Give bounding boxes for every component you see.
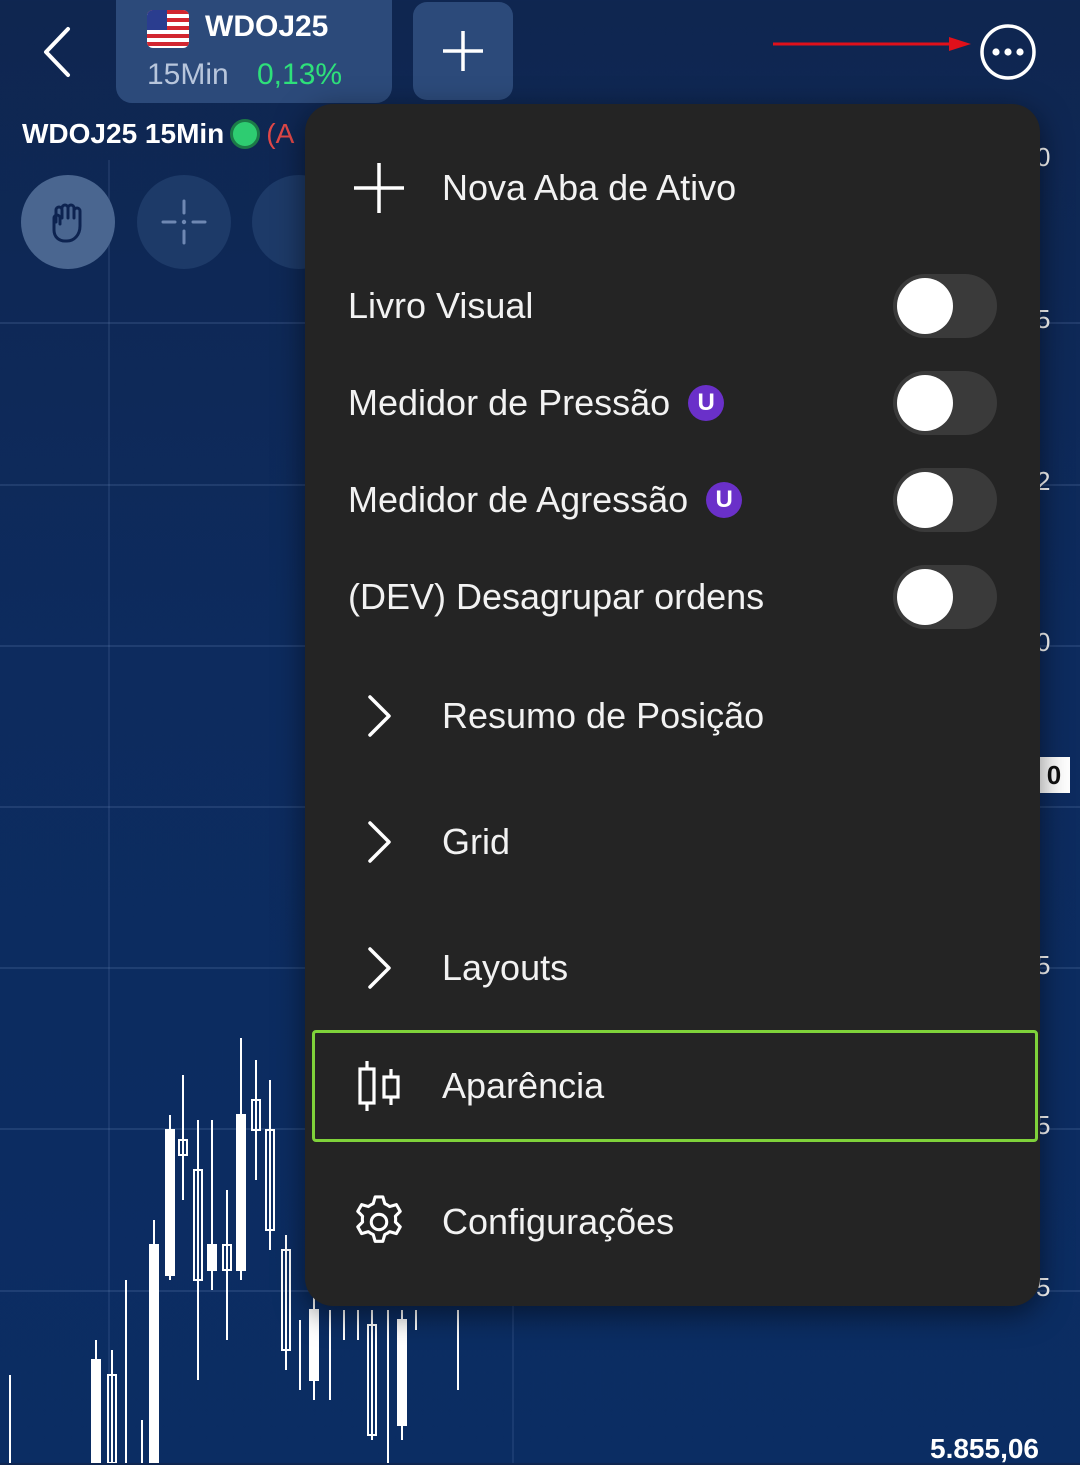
chevron-left-icon — [44, 27, 70, 77]
chevron-right-icon — [351, 688, 407, 744]
menu-item-medidor-pressao: Medidor de Pressão U — [305, 371, 1040, 435]
asset-tab[interactable]: WDOJ25 15Min 0,13% — [116, 0, 392, 103]
annotation-arrow — [773, 37, 971, 51]
menu-item-resumo-posicao[interactable]: Resumo de Posição — [305, 684, 1040, 748]
chart-label-suffix: (A — [266, 118, 295, 149]
more-options-button[interactable] — [978, 22, 1038, 82]
menu-item-new-asset-tab[interactable]: Nova Aba de Ativo — [305, 156, 1040, 220]
menu-item-livro-visual: Livro Visual — [305, 274, 1040, 338]
menu-item-aparencia[interactable]: Aparência — [305, 1054, 1040, 1118]
back-button[interactable] — [28, 18, 88, 86]
more-horizontal-icon — [980, 24, 1036, 80]
chevron-right-icon — [351, 940, 407, 996]
candlestick-icon — [351, 1058, 407, 1114]
menu-item-label-wrap: Medidor de Pressão U — [348, 382, 725, 424]
menu-item-grid[interactable]: Grid — [305, 810, 1040, 874]
desagrupar-ordens-toggle[interactable] — [893, 565, 997, 629]
live-status-dot — [230, 119, 261, 149]
menu-item-desagrupar-ordens: (DEV) Desagrupar ordens — [305, 565, 1040, 629]
plus-icon — [443, 31, 483, 71]
livro-visual-toggle[interactable] — [893, 274, 997, 338]
current-price-tag: 0 — [1038, 757, 1070, 793]
bottom-price-label: 5.855,06 — [930, 1433, 1039, 1464]
toggle-knob — [897, 278, 953, 334]
menu-item-label: Layouts — [442, 947, 569, 988]
medidor-pressao-toggle[interactable] — [893, 371, 997, 435]
options-menu: Nova Aba de Ativo Livro Visual Medidor d… — [305, 104, 1040, 1306]
chart-symbol-label: WDOJ25 15Min — [22, 118, 225, 149]
menu-item-label: (DEV) Desagrupar ordens — [348, 576, 765, 617]
menu-item-label: Resumo de Posição — [442, 695, 765, 736]
crosshair-tool-button[interactable] — [137, 175, 231, 269]
hand-icon — [52, 203, 82, 243]
us-flag-icon — [147, 10, 189, 48]
menu-item-label-wrap: Medidor de Agressão U — [348, 479, 743, 521]
menu-item-medidor-agressao: Medidor de Agressão U — [305, 468, 1040, 532]
toggle-knob — [897, 472, 953, 528]
add-tab-button[interactable] — [413, 2, 513, 100]
asset-interval: 15Min — [147, 58, 229, 91]
toggle-knob — [897, 569, 953, 625]
gear-icon — [351, 1194, 407, 1250]
chart-title: WDOJ25 15Min (A — [22, 118, 294, 150]
toggle-knob — [897, 375, 953, 431]
medidor-agressao-toggle[interactable] — [893, 468, 997, 532]
menu-item-label: Aparência — [442, 1065, 605, 1106]
menu-item-layouts[interactable]: Layouts — [305, 936, 1040, 1000]
plus-icon — [351, 160, 407, 216]
menu-item-label: Medidor de Agressão — [348, 479, 689, 520]
crosshair-icon — [161, 199, 207, 245]
chevron-right-icon — [351, 814, 407, 870]
pan-tool-button[interactable] — [21, 175, 115, 269]
menu-item-label: Livro Visual — [348, 285, 534, 326]
premium-badge: U — [706, 482, 743, 518]
asset-symbol: WDOJ25 — [205, 10, 329, 43]
menu-item-label: Nova Aba de Ativo — [442, 167, 737, 208]
asset-change: 0,13% — [257, 58, 343, 91]
menu-item-configuracoes[interactable]: Configurações — [305, 1190, 1040, 1254]
menu-item-label: Medidor de Pressão — [348, 382, 671, 423]
menu-item-label: Configurações — [442, 1201, 675, 1242]
menu-item-label: Grid — [442, 821, 511, 862]
premium-badge: U — [688, 385, 725, 421]
